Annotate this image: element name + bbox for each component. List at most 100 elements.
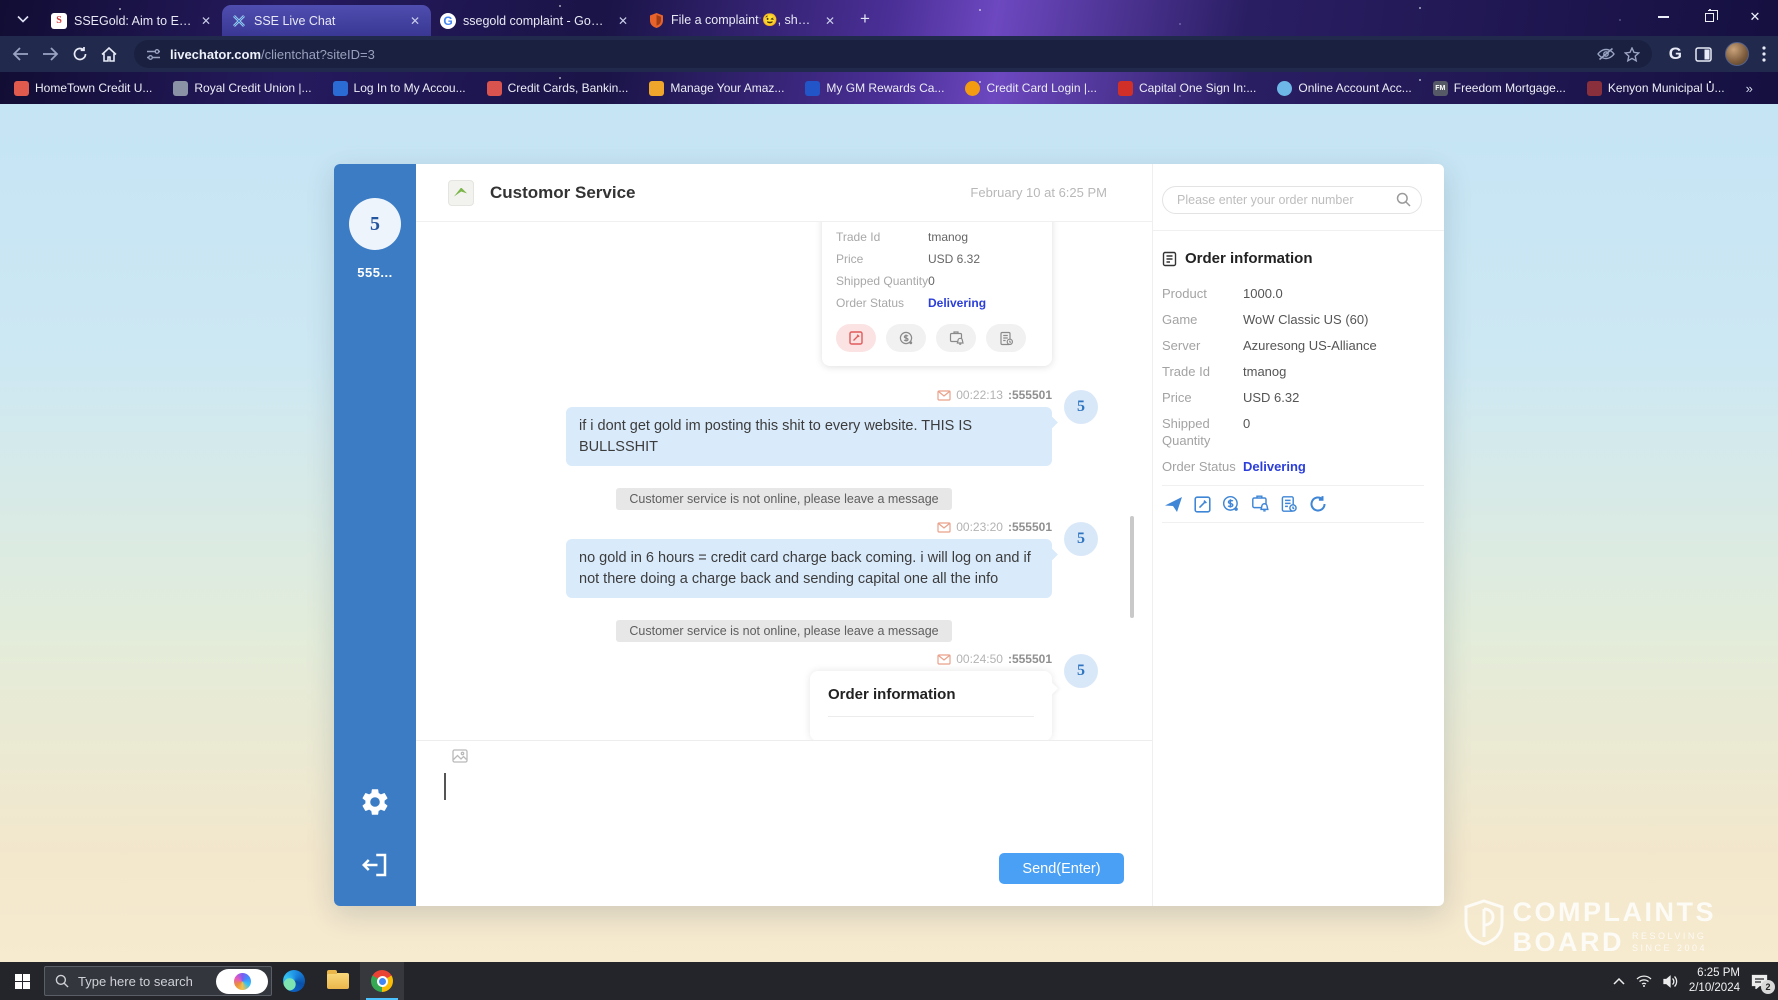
watermark-tagline: RESOLVING SINCE 2004 <box>1632 930 1707 956</box>
bookmark-favicon <box>14 81 29 96</box>
tab-label: SSEGold: Aim to Empower Your <box>74 14 192 28</box>
tab-close-icon[interactable]: ✕ <box>408 14 422 28</box>
order-panel-actions <box>1162 485 1424 523</box>
bookmark-favicon <box>805 81 820 96</box>
notify-clipboard-icon[interactable] <box>1251 495 1269 513</box>
taskbar-edge[interactable] <box>272 962 316 1000</box>
text-cursor <box>444 773 446 800</box>
tab-google-search[interactable]: G ssegold complaint - Google Se ✕ <box>431 5 639 36</box>
url-text: livechator.com/clientchat?siteID=3 <box>170 47 1588 62</box>
bookmark-item[interactable]: Capital One Sign In:... <box>1118 81 1256 96</box>
file-explorer-icon <box>327 973 349 989</box>
price-dollar-button[interactable] <box>886 324 926 352</box>
clock-time: 6:25 PM <box>1689 966 1740 981</box>
bookmark-favicon <box>487 81 502 96</box>
bookmark-item[interactable]: HomeTown Credit U... <box>14 81 152 96</box>
url-bar[interactable]: livechator.com/clientchat?siteID=3 <box>134 40 1652 68</box>
order-log-icon[interactable] <box>1280 495 1298 513</box>
bookmark-star-icon[interactable] <box>1624 47 1640 62</box>
bookmark-item[interactable]: Royal Credit Union |... <box>173 81 311 96</box>
tab-close-icon[interactable]: ✕ <box>199 14 213 28</box>
envelope-icon <box>937 654 951 665</box>
wifi-icon[interactable] <box>1636 975 1652 987</box>
livechat-app-window: 5 555... Customor Service February 10 at… <box>334 164 1444 906</box>
order-panel-body: Order information Product1000.0 GameWoW … <box>1153 231 1444 523</box>
restore-button[interactable] <box>1686 0 1732 34</box>
order-fields: Product1000.0 GameWoW Classic US (60) Se… <box>1162 285 1424 475</box>
tab-ssegold[interactable]: S SSEGold: Aim to Empower Your ✕ <box>42 5 222 36</box>
bookmark-favicon <box>965 81 980 96</box>
tab-file-complaint[interactable]: File a complaint 😉, share your ✕ <box>639 5 846 36</box>
bookmark-item[interactable]: Credit Cards, Bankin... <box>487 81 629 96</box>
agent-avatar <box>448 180 474 206</box>
notification-center[interactable]: 2 <box>1751 974 1768 989</box>
forward-icon[interactable] <box>42 47 59 61</box>
new-tab-button[interactable]: + <box>852 6 878 32</box>
volume-icon[interactable] <box>1663 975 1678 988</box>
bookmark-item[interactable]: Online Account Acc... <box>1277 81 1411 96</box>
tab-search-chevron-icon[interactable] <box>10 6 36 32</box>
message-meta: 00:24:50 :555501 <box>937 652 1052 666</box>
tab-close-icon[interactable]: ✕ <box>616 14 630 28</box>
tab-sse-live-chat-active[interactable]: SSE Live Chat ✕ <box>222 5 431 36</box>
message-composer[interactable]: Send(Enter) <box>416 740 1152 906</box>
reload-icon[interactable] <box>72 46 88 62</box>
side-panel-icon[interactable] <box>1695 47 1712 62</box>
attach-image-icon[interactable] <box>452 749 468 763</box>
price-dollar-icon[interactable] <box>1222 495 1240 513</box>
page-background: 5 555... Customor Service February 10 at… <box>0 104 1778 962</box>
message: 00:22:13 :555501 if i dont get gold im p… <box>416 388 1152 466</box>
site-info-icon[interactable] <box>146 47 161 62</box>
order-number-input[interactable] <box>1162 186 1422 214</box>
bookmark-favicon <box>649 81 664 96</box>
livechat-favicon-icon <box>231 13 247 29</box>
bookmark-item[interactable]: Log In to My Accou... <box>333 81 466 96</box>
order-search <box>1162 186 1422 214</box>
bookmark-item[interactable]: Kenyon Municipal U... <box>1587 81 1725 96</box>
envelope-icon <box>937 522 951 533</box>
logout-icon[interactable] <box>360 850 390 880</box>
eye-off-icon[interactable] <box>1597 47 1615 61</box>
message-list[interactable]: ServerAzuresong US-Alliance Trade Idtman… <box>416 222 1152 740</box>
tab-label: ssegold complaint - Google Se <box>463 14 609 28</box>
order-info-card: ServerAzuresong US-Alliance Trade Idtman… <box>822 222 1052 366</box>
bookmarks-overflow-chevron-icon[interactable]: » <box>1746 81 1753 96</box>
bookmark-favicon: FM <box>1433 81 1448 96</box>
chat-scrollbar[interactable] <box>1130 516 1134 618</box>
search-icon[interactable] <box>1396 192 1411 207</box>
send-button[interactable]: Send(Enter) <box>999 853 1124 884</box>
start-button[interactable] <box>0 974 44 989</box>
taskbar-search-box[interactable]: Type here to search <box>44 966 272 996</box>
taskbar-chrome-active[interactable] <box>360 962 404 1000</box>
bookmark-item[interactable]: Manage Your Amaz... <box>649 81 784 96</box>
order-status-value: Delivering <box>1243 458 1306 475</box>
order-information-bubble: Order information <box>810 671 1052 740</box>
notification-count-badge: 2 <box>1761 980 1775 994</box>
sidebar-user-id: 555... <box>334 265 416 280</box>
notify-clipboard-button[interactable] <box>936 324 976 352</box>
send-plane-icon[interactable] <box>1164 496 1183 513</box>
refresh-icon[interactable] <box>1309 495 1327 513</box>
edit-order-icon[interactable] <box>1194 496 1211 513</box>
bookmark-item[interactable]: FMFreedom Mortgage... <box>1433 81 1566 96</box>
settings-gear-icon[interactable] <box>359 786 391 818</box>
taskbar-search-placeholder: Type here to search <box>78 974 193 989</box>
offline-notice: Customer service is not online, please l… <box>616 488 951 510</box>
taskbar-clock[interactable]: 6:25 PM 2/10/2024 <box>1689 966 1740 996</box>
back-icon[interactable] <box>12 47 29 61</box>
edit-order-button[interactable] <box>836 324 876 352</box>
menu-kebab-icon[interactable] <box>1762 46 1766 62</box>
document-icon <box>1162 251 1177 267</box>
bookmark-item[interactable]: Credit Card Login |... <box>965 81 1097 96</box>
tray-chevron-icon[interactable] <box>1613 978 1625 985</box>
taskbar-file-explorer[interactable] <box>316 962 360 1000</box>
home-icon[interactable] <box>101 47 117 62</box>
close-button[interactable]: ✕ <box>1732 0 1778 34</box>
order-log-button[interactable] <box>986 324 1026 352</box>
profile-avatar[interactable] <box>1725 42 1749 66</box>
copilot-button[interactable] <box>216 969 268 994</box>
tab-close-icon[interactable]: ✕ <box>823 14 837 28</box>
google-profile-icon[interactable]: G <box>1669 44 1682 64</box>
bookmark-item[interactable]: My GM Rewards Ca... <box>805 81 944 96</box>
minimize-button[interactable] <box>1640 0 1686 34</box>
